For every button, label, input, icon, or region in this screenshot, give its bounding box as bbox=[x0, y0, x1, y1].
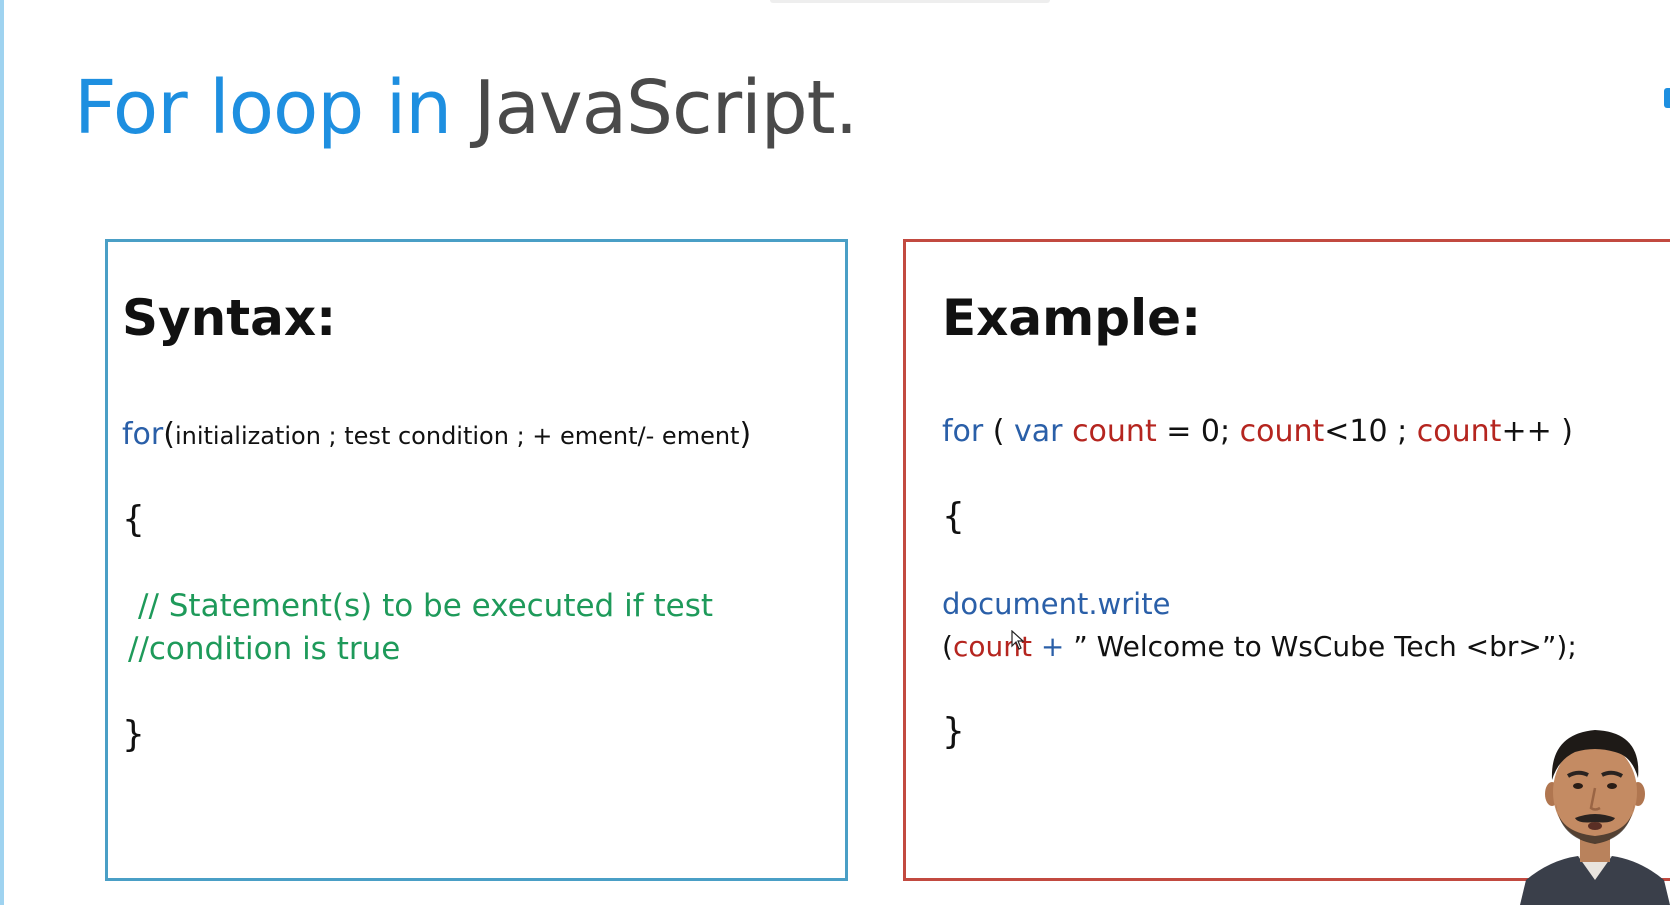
syntax-comment-line1: // Statement(s) to be executed if test bbox=[138, 588, 713, 624]
example-open-brace: { bbox=[942, 496, 965, 537]
syntax-open-paren: ( bbox=[163, 417, 175, 452]
example-arg-plus: + bbox=[1031, 630, 1074, 663]
example-document-write: document.write bbox=[942, 587, 1171, 621]
example-increment: ++ ) bbox=[1501, 414, 1573, 449]
example-condition: <10 ; bbox=[1324, 414, 1417, 449]
example-open-paren: ( bbox=[983, 414, 1015, 449]
syntax-for-params: initialization ; test condition ; + emen… bbox=[174, 422, 740, 450]
syntax-open-brace: { bbox=[122, 499, 145, 540]
syntax-close-brace: } bbox=[122, 714, 145, 755]
syntax-panel: Syntax: for(initialization ; test condit… bbox=[105, 239, 848, 881]
slide-title: For loop in JavaScript. bbox=[74, 58, 858, 158]
example-count-init: count bbox=[1072, 414, 1157, 449]
presenter-webcam-icon bbox=[1520, 730, 1670, 905]
syntax-comment-line2: //condition is true bbox=[128, 631, 401, 667]
example-assign: = 0; bbox=[1156, 414, 1240, 449]
slide-title-part1: For loop in bbox=[74, 65, 452, 151]
example-var-keyword: var bbox=[1014, 414, 1063, 449]
example-arg-open: ( bbox=[942, 630, 953, 663]
example-arg-string: ” Welcome to WsCube Tech <br>”); bbox=[1073, 630, 1577, 663]
example-count-cond: count bbox=[1239, 414, 1325, 449]
example-for-keyword: for bbox=[942, 414, 984, 449]
example-space bbox=[1063, 414, 1073, 449]
slide-left-edge bbox=[0, 0, 4, 905]
example-write-args: (count + ” Welcome to WsCube Tech <br>”)… bbox=[942, 627, 1577, 667]
example-heading: Example: bbox=[942, 289, 1202, 347]
window-top-strip bbox=[770, 0, 1050, 3]
syntax-heading: Syntax: bbox=[122, 289, 337, 347]
syntax-for-keyword: for bbox=[122, 417, 164, 452]
example-count-incr: count bbox=[1416, 414, 1502, 449]
syntax-close-paren: ) bbox=[739, 417, 752, 452]
slide-title-part2: JavaScript. bbox=[473, 65, 858, 151]
slide-right-edge-mark bbox=[1664, 88, 1670, 108]
example-for-line: for ( var count = 0; count<10 ; count++ … bbox=[942, 412, 1573, 452]
syntax-for-line: for(initialization ; test condition ; + … bbox=[122, 415, 751, 456]
example-close-brace: } bbox=[942, 711, 965, 752]
mouse-pointer-icon bbox=[1011, 630, 1025, 650]
